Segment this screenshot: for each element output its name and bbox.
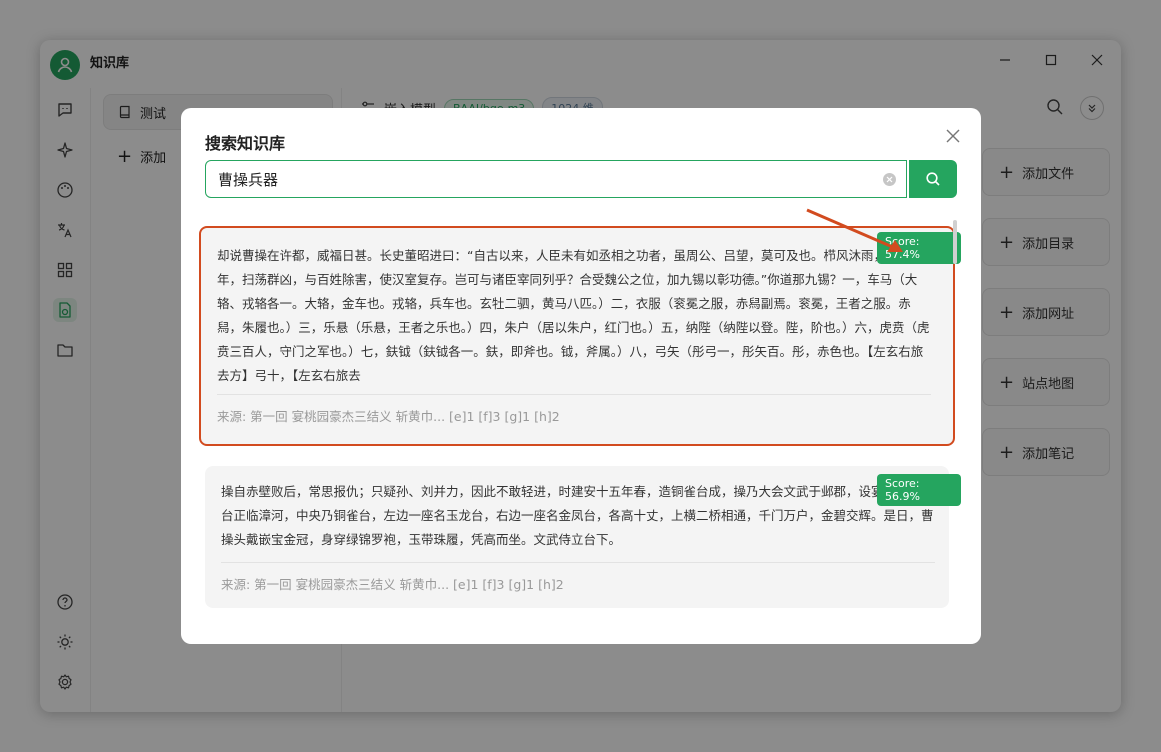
results-scrollbar[interactable]	[953, 220, 957, 264]
search-modal: 搜索知识库 却说曹操在许都，威福日甚。长史董昭进曰：“自古以来，人臣未有如丞相之…	[181, 108, 981, 644]
score-badge: Score: 56.9%	[877, 474, 961, 506]
search-input[interactable]	[216, 169, 870, 189]
close-icon	[946, 129, 960, 143]
modal-close-button[interactable]	[943, 126, 963, 146]
result-text: 操自赤壁败后，常思报仇；只疑孙、刘并力，因此不敢轻进，时建安十五年春，造铜雀台成…	[221, 484, 934, 547]
search-submit-button[interactable]	[909, 160, 957, 198]
result-card[interactable]: 操自赤壁败后，常思报仇；只疑孙、刘并力，因此不敢轻进，时建安十五年春，造铜雀台成…	[205, 466, 949, 608]
result-divider	[217, 394, 931, 395]
result-source: 来源: 第一回 宴桃园豪杰三结义 斩黄巾... [e]1 [f]3 [g]1 […	[217, 409, 560, 424]
search-results: 却说曹操在许都，威福日甚。长史董昭进曰：“自古以来，人臣未有如丞相之功者，虽周公…	[199, 220, 961, 630]
modal-title: 搜索知识库	[205, 134, 286, 153]
clear-search-icon[interactable]	[883, 173, 896, 186]
result-source: 来源: 第一回 宴桃园豪杰三结义 斩黄巾... [e]1 [f]3 [g]1 […	[221, 577, 564, 592]
result-divider	[221, 562, 935, 563]
annotation-arrow-icon	[806, 208, 903, 252]
search-icon	[926, 172, 940, 186]
search-field	[205, 160, 907, 198]
result-text: 却说曹操在许都，威福日甚。长史董昭进曰：“自古以来，人臣未有如丞相之功者，虽周公…	[217, 248, 930, 383]
